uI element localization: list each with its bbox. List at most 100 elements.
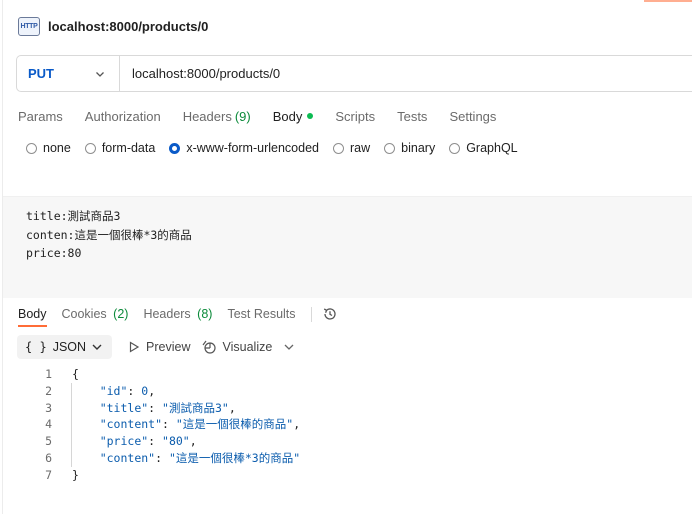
json-key: "content" [99, 417, 163, 432]
format-label: JSON [52, 340, 87, 354]
body-type-raw[interactable]: raw [333, 141, 370, 155]
tab-test-results[interactable]: Test Results [227, 307, 295, 321]
line-number: 7 [45, 467, 52, 482]
braces-icon: { } [25, 340, 47, 354]
code-line: 6 "conten": "這是一個很棒*3的商品" [18, 450, 300, 467]
body-type-options: none form-data x-www-form-urlencoded raw… [26, 138, 532, 158]
preview-button[interactable]: Preview [128, 340, 191, 354]
body-editor[interactable]: title:測試商品3 conten:這是一個很棒*3的商品 price:80 [3, 196, 692, 298]
code-line: 5 "price": "80", [18, 433, 300, 450]
line-number: 1 [45, 367, 52, 381]
json-key: "conten" [99, 450, 156, 465]
brace-close: } [72, 467, 79, 482]
body-type-form-data[interactable]: form-data [84, 141, 156, 155]
response-body-viewer[interactable]: 1{ 2 "id": 0, 3 "title": "測試商品3", 4 "con… [18, 366, 300, 484]
visualize-label: Visualize [222, 340, 273, 354]
request-header: HTTP localhost:8000/products/0 [18, 14, 208, 38]
radio-label: x-www-form-urlencoded [186, 141, 319, 155]
radio-label: raw [350, 141, 371, 155]
brace-open: { [72, 367, 79, 381]
response-tabs: Body Cookies (2) Headers (8) Test Result… [18, 303, 338, 327]
json-comma: , [189, 434, 197, 449]
tab-label: Body [18, 307, 47, 321]
tab-body[interactable]: Body [273, 109, 314, 124]
radio-button[interactable] [384, 142, 396, 154]
preview-label: Preview [146, 340, 191, 354]
body-type-none[interactable]: none [26, 141, 71, 155]
url-input[interactable]: localhost:8000/products/0 [120, 66, 280, 81]
line-number: 4 [45, 417, 52, 432]
json-value: "這是一個很棒*3的商品" [168, 450, 301, 465]
radio-label: GraphQL [466, 141, 518, 155]
headers-count: (9) [234, 108, 251, 124]
line-number: 3 [45, 400, 52, 415]
code-line: 4 "content": "這是一個很棒的商品", [18, 416, 300, 433]
response-toolbar: { } JSON Preview Visualize [17, 335, 296, 359]
tab-label: Settings [449, 108, 497, 124]
json-key: "id" [99, 383, 128, 398]
tab-label: Cookies [61, 307, 107, 321]
tab-scripts[interactable]: Scripts [335, 109, 375, 124]
json-value: "80" [162, 434, 190, 449]
tab-label: Headers [143, 307, 191, 321]
play-icon [129, 341, 140, 353]
tab-settings[interactable]: Settings [449, 109, 496, 124]
radio-label: binary [401, 141, 436, 155]
json-key: "price" [99, 434, 149, 449]
body-line: price:80 [26, 246, 82, 260]
code-line: 2 "id": 0, [18, 383, 300, 400]
line-number: 6 [45, 450, 52, 465]
radio-button[interactable] [449, 142, 461, 154]
http-request-icon: HTTP [18, 16, 40, 36]
response-headers-count: (8) [197, 307, 213, 321]
method-label: PUT [28, 66, 54, 81]
tab-label: Authorization [84, 108, 161, 124]
tab-label: Params [18, 108, 63, 124]
tab-response-body[interactable]: Body [18, 307, 47, 327]
code-line: 1{ [18, 366, 300, 383]
chevron-down-icon [92, 344, 102, 350]
tab-label: Tests [397, 108, 428, 124]
json-comma: , [148, 383, 156, 398]
radio-button-selected[interactable] [169, 142, 181, 154]
tab-label: Body [272, 108, 303, 124]
json-value: "測試商品3" [162, 400, 229, 415]
chevron-down-icon[interactable] [282, 342, 296, 352]
radio-button[interactable] [333, 142, 344, 154]
tab-params[interactable]: Params [18, 109, 63, 124]
tab-cookies[interactable]: Cookies (2) [62, 307, 129, 321]
history-icon[interactable] [322, 306, 338, 322]
visualize-icon [202, 340, 216, 354]
body-line: conten:這是一個很棒*3的商品 [26, 227, 192, 242]
url-bar: PUT localhost:8000/products/0 [16, 55, 692, 92]
json-key: "title" [99, 400, 149, 415]
body-type-binary[interactable]: binary [384, 141, 435, 155]
body-type-graphql[interactable]: GraphQL [449, 141, 518, 155]
tab-label: Test Results [227, 307, 296, 321]
body-type-urlencoded[interactable]: x-www-form-urlencoded [169, 141, 319, 155]
body-line: title:測試商品3 [26, 209, 121, 223]
tab-tests[interactable]: Tests [397, 109, 427, 124]
visualize-button[interactable]: Visualize [201, 339, 273, 355]
tab-authorization[interactable]: Authorization [85, 109, 161, 124]
body-modified-dot [307, 113, 314, 119]
code-line: 7} [18, 467, 300, 484]
request-tabs: Params Authorization Headers (9) Body Scr… [18, 104, 518, 128]
json-value: "這是一個很棒的商品" [175, 417, 294, 432]
radio-button[interactable] [84, 142, 96, 154]
radio-label: none [43, 141, 71, 155]
tab-label: Headers [182, 108, 232, 124]
radio-button[interactable] [26, 142, 37, 154]
format-dropdown[interactable]: { } JSON [17, 335, 113, 359]
tab-response-headers[interactable]: Headers (8) [143, 307, 212, 321]
json-comma: , [228, 400, 236, 415]
method-select[interactable]: PUT [17, 56, 120, 91]
line-number: 5 [45, 434, 52, 449]
tab-headers[interactable]: Headers (9) [183, 109, 251, 124]
request-name[interactable]: localhost:8000/products/0 [48, 19, 208, 34]
json-comma: , [293, 417, 301, 432]
line-number: 2 [45, 383, 52, 398]
code-line: 3 "title": "測試商品3", [18, 400, 300, 417]
radio-label: form-data [101, 141, 156, 155]
divider [310, 306, 312, 322]
